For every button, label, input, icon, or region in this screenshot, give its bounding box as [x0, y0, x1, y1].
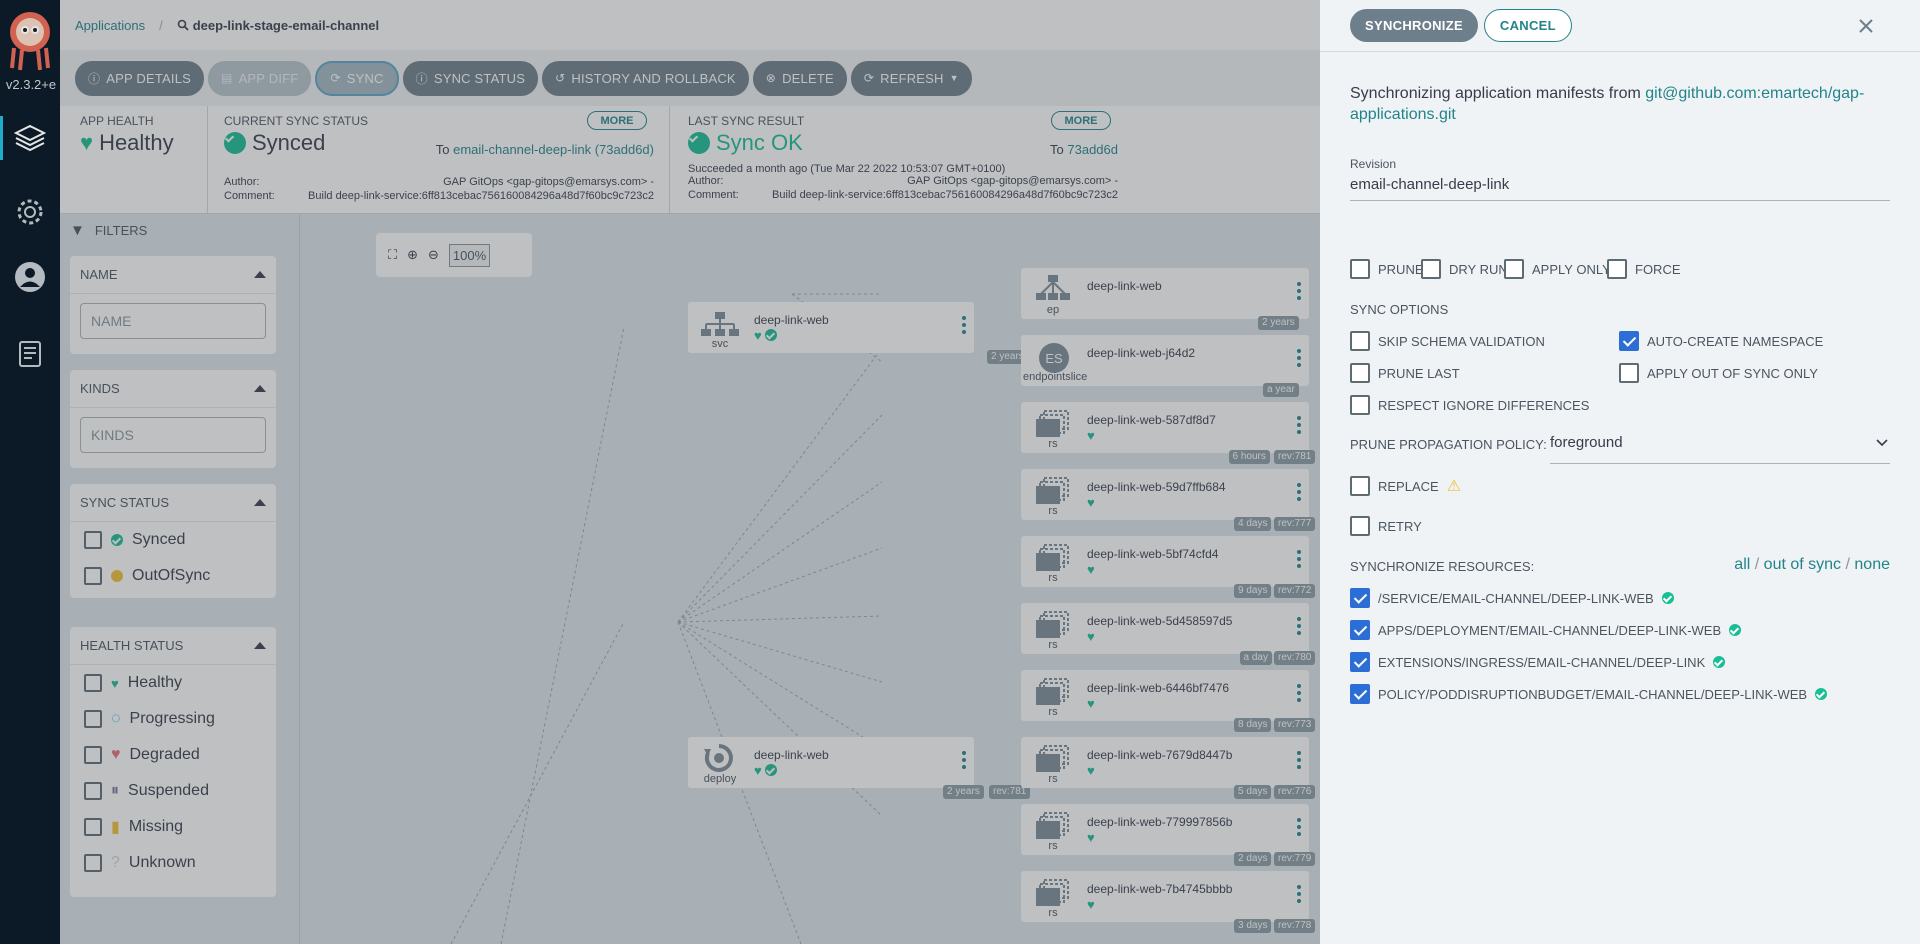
- checkbox[interactable]: [1350, 259, 1370, 279]
- checkbox[interactable]: [1607, 259, 1627, 279]
- cancel-button[interactable]: CANCEL: [1483, 9, 1572, 42]
- checkbox-label: APPLY ONLY: [1532, 261, 1611, 277]
- sync-panel-header: SYNCHRONIZE CANCEL: [1320, 0, 1920, 52]
- checkbox[interactable]: [1421, 259, 1441, 279]
- check-circle-icon: [1815, 688, 1828, 700]
- checkbox-label: AUTO-CREATE NAMESPACE: [1647, 333, 1824, 349]
- select-all-link[interactable]: all: [1734, 556, 1750, 573]
- select-out-of-sync-link[interactable]: out of sync: [1764, 556, 1841, 573]
- checkbox-checked[interactable]: [1350, 684, 1370, 704]
- respect-ignore-differences-checkbox[interactable]: RESPECT IGNORE DIFFERENCES: [1350, 395, 1589, 415]
- checkbox-label: DRY RUN: [1449, 261, 1508, 277]
- intro-text: Synchronizing application manifests from: [1350, 85, 1641, 102]
- checkbox[interactable]: [1350, 476, 1370, 496]
- prune-checkbox[interactable]: PRUNE: [1350, 259, 1424, 279]
- sync-options-label: SYNC OPTIONS: [1350, 302, 1449, 317]
- resource-label: POLICY/PODDISRUPTIONBUDGET/EMAIL-CHANNEL…: [1378, 686, 1808, 702]
- checkbox-label: FORCE: [1635, 261, 1681, 277]
- checkbox-label: PRUNE LAST: [1378, 365, 1460, 381]
- dry-run-checkbox[interactable]: DRY RUN: [1421, 259, 1508, 279]
- checkbox-label: APPLY OUT OF SYNC ONLY: [1647, 365, 1818, 381]
- checkbox[interactable]: [1350, 363, 1370, 383]
- resource-checkbox-ingress[interactable]: EXTENSIONS/INGRESS/EMAIL-CHANNEL/DEEP-LI…: [1350, 652, 1726, 672]
- checkbox-label: PRUNE: [1378, 261, 1424, 277]
- replace-checkbox[interactable]: REPLACE ⚠: [1350, 476, 1461, 496]
- retry-checkbox[interactable]: RETRY: [1350, 516, 1422, 536]
- check-circle-icon: [1661, 592, 1674, 604]
- checkbox[interactable]: [1350, 516, 1370, 536]
- resource-checkbox-service[interactable]: /SERVICE/EMAIL-CHANNEL/DEEP-LINK-WEB: [1350, 588, 1674, 608]
- check-circle-icon: [1729, 624, 1742, 636]
- nav-backdrop: [0, 0, 60, 944]
- separator: /: [1845, 556, 1850, 573]
- chevron-down-icon: [1876, 439, 1888, 447]
- revision-label: Revision: [1350, 157, 1397, 171]
- skip-schema-checkbox[interactable]: SKIP SCHEMA VALIDATION: [1350, 331, 1545, 351]
- sync-panel: SYNCHRONIZE CANCEL Synchronizing applica…: [1320, 0, 1920, 944]
- check-circle-icon: [1713, 656, 1726, 668]
- resource-label: APPS/DEPLOYMENT/EMAIL-CHANNEL/DEEP-LINK-…: [1378, 622, 1722, 638]
- checkbox[interactable]: [1350, 331, 1370, 351]
- checkbox-label: SKIP SCHEMA VALIDATION: [1378, 333, 1545, 349]
- checkbox-label: RETRY: [1378, 518, 1422, 534]
- checkbox-label: RESPECT IGNORE DIFFERENCES: [1378, 397, 1590, 413]
- auto-create-namespace-checkbox[interactable]: AUTO-CREATE NAMESPACE: [1619, 331, 1823, 351]
- checkbox[interactable]: [1619, 363, 1639, 383]
- sync-intro: Synchronizing application manifests from…: [1350, 83, 1890, 125]
- apply-only-checkbox[interactable]: APPLY ONLY: [1504, 259, 1611, 279]
- checkbox-checked[interactable]: [1619, 331, 1639, 351]
- synchronize-resources-label: SYNCHRONIZE RESOURCES:: [1350, 559, 1535, 574]
- prune-propagation-select[interactable]: foreground: [1550, 434, 1890, 464]
- resource-label: EXTENSIONS/INGRESS/EMAIL-CHANNEL/DEEP-LI…: [1378, 654, 1706, 670]
- prune-last-checkbox[interactable]: PRUNE LAST: [1350, 363, 1460, 383]
- resource-label: /SERVICE/EMAIL-CHANNEL/DEEP-LINK-WEB: [1378, 590, 1654, 606]
- checkbox[interactable]: [1350, 395, 1370, 415]
- resource-select-links: all / out of sync / none: [1734, 556, 1890, 574]
- separator: /: [1754, 556, 1760, 573]
- revision-input[interactable]: email-channel-deep-link: [1350, 176, 1890, 201]
- close-icon[interactable]: [1857, 17, 1875, 35]
- checkbox-checked[interactable]: [1350, 652, 1370, 672]
- apply-out-of-sync-only-checkbox[interactable]: APPLY OUT OF SYNC ONLY: [1619, 363, 1818, 383]
- resource-checkbox-deployment[interactable]: APPS/DEPLOYMENT/EMAIL-CHANNEL/DEEP-LINK-…: [1350, 620, 1742, 640]
- checkbox-label: REPLACE: [1378, 478, 1439, 494]
- checkbox[interactable]: [1504, 259, 1524, 279]
- warning-icon: ⚠: [1446, 478, 1462, 495]
- checkbox-checked[interactable]: [1350, 620, 1370, 640]
- resource-checkbox-pdb[interactable]: POLICY/PODDISRUPTIONBUDGET/EMAIL-CHANNEL…: [1350, 684, 1828, 704]
- synchronize-button[interactable]: SYNCHRONIZE: [1350, 9, 1478, 42]
- checkbox-checked[interactable]: [1350, 588, 1370, 608]
- modal-backdrop[interactable]: [60, 0, 1320, 944]
- select-none-link[interactable]: none: [1854, 556, 1890, 573]
- prune-propagation-label: PRUNE PROPAGATION POLICY:: [1350, 437, 1547, 452]
- force-checkbox[interactable]: FORCE: [1607, 259, 1681, 279]
- select-value: foreground: [1550, 434, 1623, 451]
